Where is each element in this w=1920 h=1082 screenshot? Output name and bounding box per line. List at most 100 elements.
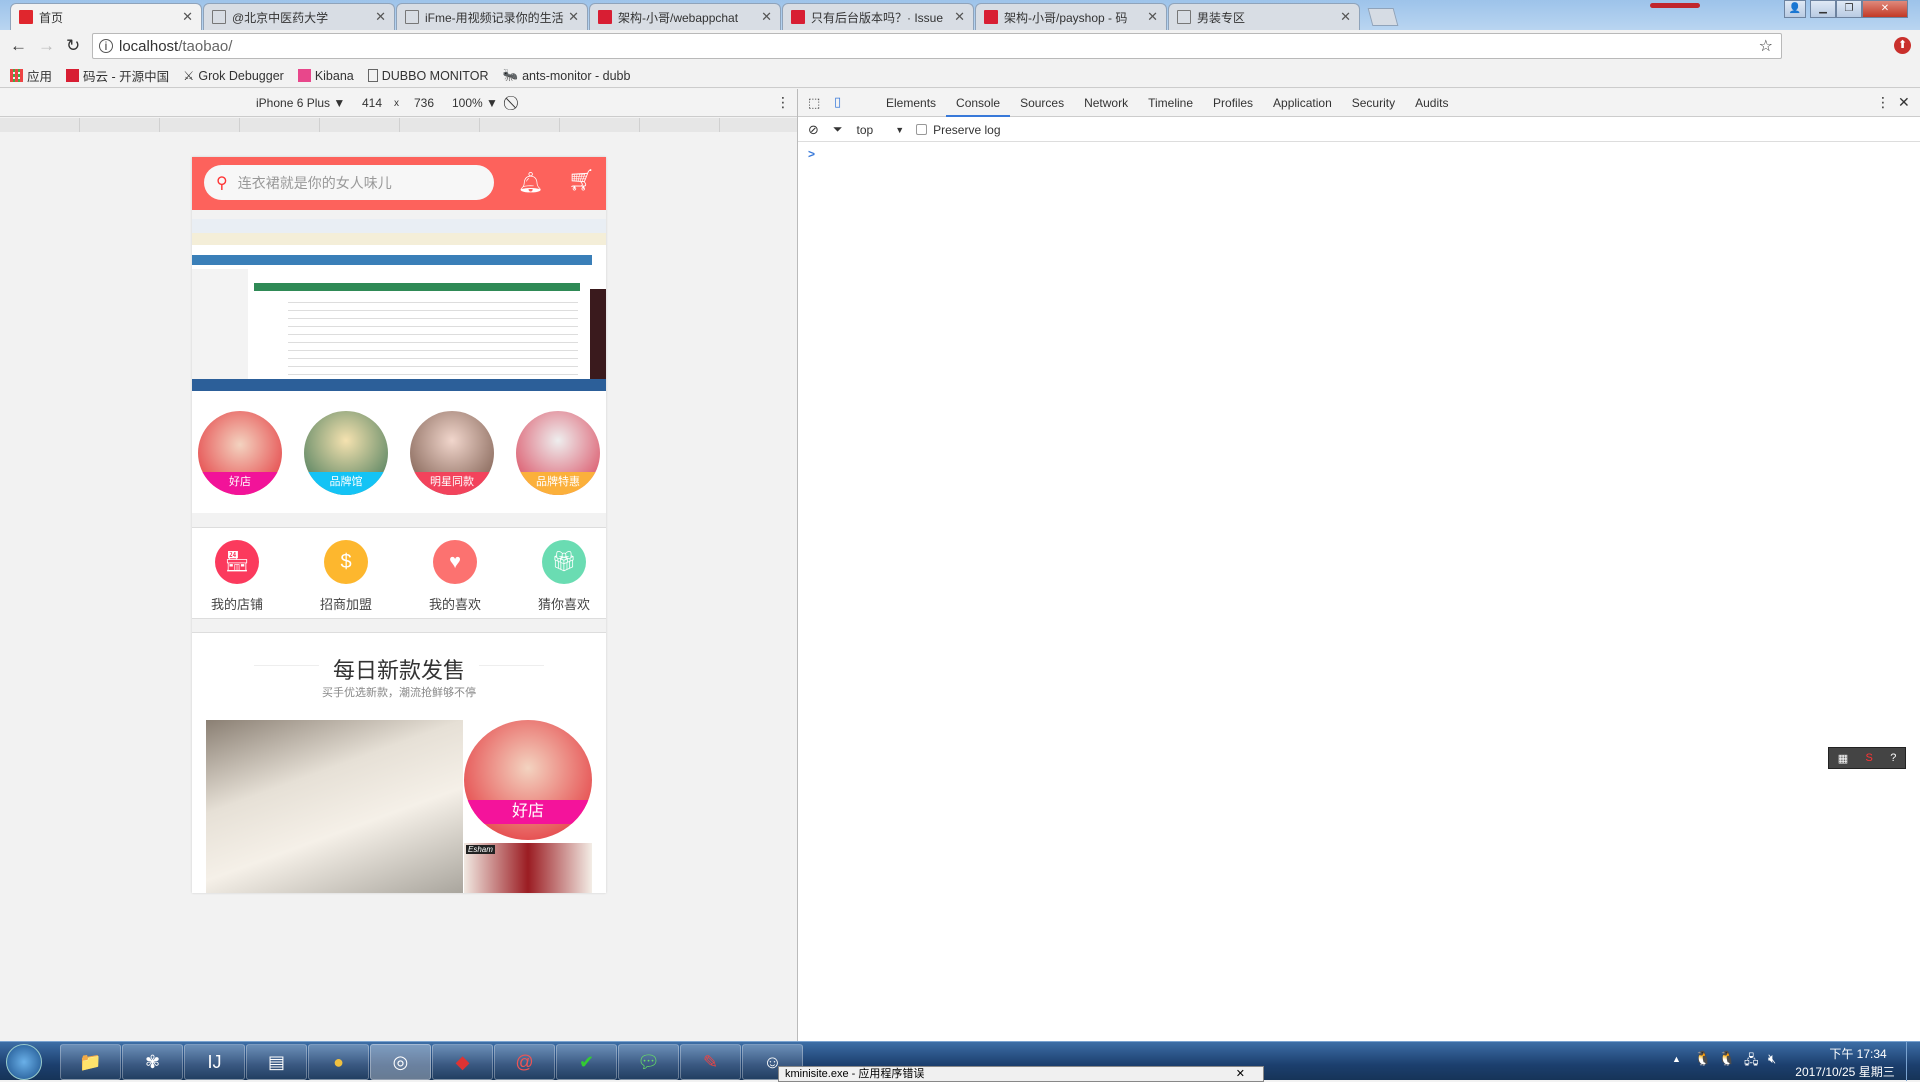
more-icon[interactable]: ⋮	[776, 94, 790, 111]
device-mode-icon[interactable]: ▯	[834, 94, 841, 110]
tab-payshop[interactable]: 架构-小哥/payshop - 码 ✕	[975, 3, 1167, 30]
address-bar[interactable]: i localhost/taobao/ ☆	[92, 33, 1782, 59]
keyboard-icon[interactable]: ▦	[1838, 752, 1848, 765]
taskbar-green[interactable]: ✔	[556, 1044, 617, 1080]
sogou-icon[interactable]: S	[1865, 752, 1872, 764]
filter-icon[interactable]: ⏷	[833, 122, 843, 137]
tab-timeline[interactable]: Timeline	[1138, 89, 1203, 117]
shortcut-my-likes[interactable]: ♥ 我的喜欢	[420, 540, 490, 613]
devtools-tabs: ⬚ ▯ Elements Console Sources Network Tim…	[798, 89, 1920, 117]
close-icon[interactable]: ✕	[182, 9, 193, 25]
device-select[interactable]: iPhone 6 Plus ▼	[256, 96, 345, 110]
tab-elements[interactable]: Elements	[876, 89, 946, 117]
taskbar-redis[interactable]: ◆	[432, 1044, 493, 1080]
tab-security[interactable]: Security	[1342, 89, 1405, 117]
forward-icon[interactable]: →	[38, 36, 55, 56]
tray-expand-icon[interactable]: ▲	[1672, 1054, 1681, 1064]
clear-console-icon[interactable]: ⊘	[808, 122, 819, 138]
bookmarks-bar: 应用 码云 - 开源中国 ⚔ Grok Debugger Kibana DUBBO…	[0, 64, 1920, 88]
device-width-input[interactable]: 414	[362, 96, 382, 110]
taskbar-explorer[interactable]: 📁	[60, 1044, 121, 1080]
info-icon[interactable]: i	[99, 39, 113, 53]
bookmark-gitee[interactable]: 码云 - 开源中国	[66, 66, 169, 85]
taskbar-notes[interactable]: ✎	[680, 1044, 741, 1080]
bell-icon[interactable]: 🔔︎	[518, 170, 543, 195]
tab-issue[interactable]: 只有后台版本吗？· Issue ✕	[782, 3, 974, 30]
clock-date[interactable]: 2017/10/25 星期三	[1790, 1063, 1900, 1080]
inspect-icon[interactable]: ⬚	[808, 95, 820, 111]
extension-icon[interactable]: ⬆	[1894, 37, 1911, 54]
user-icon[interactable]: 👤	[1784, 0, 1806, 18]
close-icon[interactable]: ✕	[1898, 94, 1910, 111]
tab-webappchat[interactable]: 架构-小哥/webappchat ✕	[589, 3, 781, 30]
volume-muted-icon[interactable]: 🔇︎	[1768, 1051, 1776, 1067]
close-icon[interactable]: ✕	[1236, 1067, 1245, 1081]
close-icon[interactable]: ✕	[761, 9, 772, 25]
tab-network[interactable]: Network	[1074, 89, 1138, 117]
qq-icon[interactable]: 🐧	[1694, 1050, 1711, 1067]
tab-console[interactable]: Console	[946, 89, 1011, 117]
tab-profiles[interactable]: Profiles	[1203, 89, 1263, 117]
star-icon[interactable]: ☆	[1759, 36, 1773, 56]
banner-carousel[interactable]	[192, 219, 606, 391]
circle-brand-hall[interactable]: 品牌馆	[304, 411, 388, 495]
search-input[interactable]: ⚲ 连衣裙就是你的女人味儿	[204, 165, 494, 200]
help-icon[interactable]: ?	[1890, 752, 1896, 764]
circle-good-shop[interactable]: 好店	[198, 411, 282, 495]
new-tab-button[interactable]	[1367, 8, 1399, 26]
reload-icon[interactable]: ↻	[66, 36, 80, 56]
chevron-down-icon[interactable]: ▼	[895, 125, 904, 135]
device-height-input[interactable]: 736	[414, 96, 434, 110]
taskbar-wechat[interactable]: 💬︎	[618, 1044, 679, 1080]
clock-time[interactable]: 下午 17:34	[1818, 1045, 1898, 1062]
tab-home[interactable]: 首页 ✕	[10, 3, 202, 30]
close-icon[interactable]: ✕	[954, 9, 965, 25]
bookmark-grok[interactable]: ⚔ Grok Debugger	[183, 68, 284, 84]
close-icon[interactable]: ✕	[1147, 9, 1158, 25]
start-button[interactable]	[6, 1044, 42, 1080]
tab-bucm[interactable]: @北京中医药大学 ✕	[203, 3, 395, 30]
context-select[interactable]: top	[857, 123, 874, 137]
shortcut-franchise[interactable]: $ 招商加盟	[311, 540, 381, 613]
bookmark-dubbo[interactable]: DUBBO MONITOR	[367, 69, 488, 83]
close-window-button[interactable]: ✕	[1862, 0, 1908, 18]
taskbar-chrome[interactable]: ◎	[370, 1044, 431, 1080]
shortcut-my-shop[interactable]: 🏪︎ 我的店铺	[202, 540, 272, 613]
close-icon[interactable]: ✕	[375, 9, 386, 25]
minimize-button[interactable]: ▁	[1810, 0, 1836, 18]
back-icon[interactable]: ←	[10, 36, 27, 56]
shortcut-recommend[interactable]: 🎁︎ 猜你喜欢	[529, 540, 599, 613]
taskbar-pinwheel[interactable]: ✾	[122, 1044, 183, 1080]
preserve-log-checkbox[interactable]	[916, 124, 928, 135]
taskbar-window[interactable]: ▤	[246, 1044, 307, 1080]
taskbar-swirl[interactable]: @	[494, 1044, 555, 1080]
tab-ifme[interactable]: iFme-用视频记录你的生活 ✕	[396, 3, 588, 30]
bookmark-ants[interactable]: 🐜 ants-monitor - dubb	[502, 68, 630, 83]
tab-audits[interactable]: Audits	[1405, 89, 1458, 117]
close-icon[interactable]: ✕	[1340, 9, 1351, 25]
circle-celebrity-style[interactable]: 明星同款	[410, 411, 494, 495]
restore-button[interactable]: ❐	[1836, 0, 1862, 18]
network-icon[interactable]: 🖧	[1744, 1051, 1759, 1073]
qq-icon[interactable]: 🐧	[1718, 1050, 1735, 1067]
console-prompt[interactable]: >	[808, 147, 815, 161]
browser-toolbar: ← → ↻ i localhost/taobao/ ☆ ⬆	[0, 30, 1920, 64]
product-image-main[interactable]	[206, 720, 463, 893]
cart-icon[interactable]: 🛒︎	[568, 169, 595, 193]
gitee-icon	[984, 10, 998, 24]
bookmark-apps[interactable]: 应用	[10, 66, 52, 85]
show-desktop-button[interactable]	[1906, 1042, 1920, 1081]
tab-application[interactable]: Application	[1263, 89, 1342, 117]
tab-menswear[interactable]: 男装专区 ✕	[1168, 3, 1360, 30]
close-icon[interactable]: ✕	[568, 9, 579, 25]
product-image-side[interactable]: Esham	[464, 843, 592, 893]
promo-good-shop[interactable]: 好店	[464, 720, 592, 840]
taskbar-app[interactable]: ●	[308, 1044, 369, 1080]
circle-brand-deals[interactable]: 品牌特惠	[516, 411, 600, 495]
ime-toolbar[interactable]: ▦ S?	[1828, 747, 1906, 769]
tab-sources[interactable]: Sources	[1010, 89, 1074, 117]
taskbar-intellij[interactable]: IJ	[184, 1044, 245, 1080]
more-icon[interactable]: ⋮	[1876, 94, 1890, 111]
zoom-select[interactable]: 100% ▼	[452, 96, 498, 110]
bookmark-kibana[interactable]: Kibana	[297, 69, 354, 83]
